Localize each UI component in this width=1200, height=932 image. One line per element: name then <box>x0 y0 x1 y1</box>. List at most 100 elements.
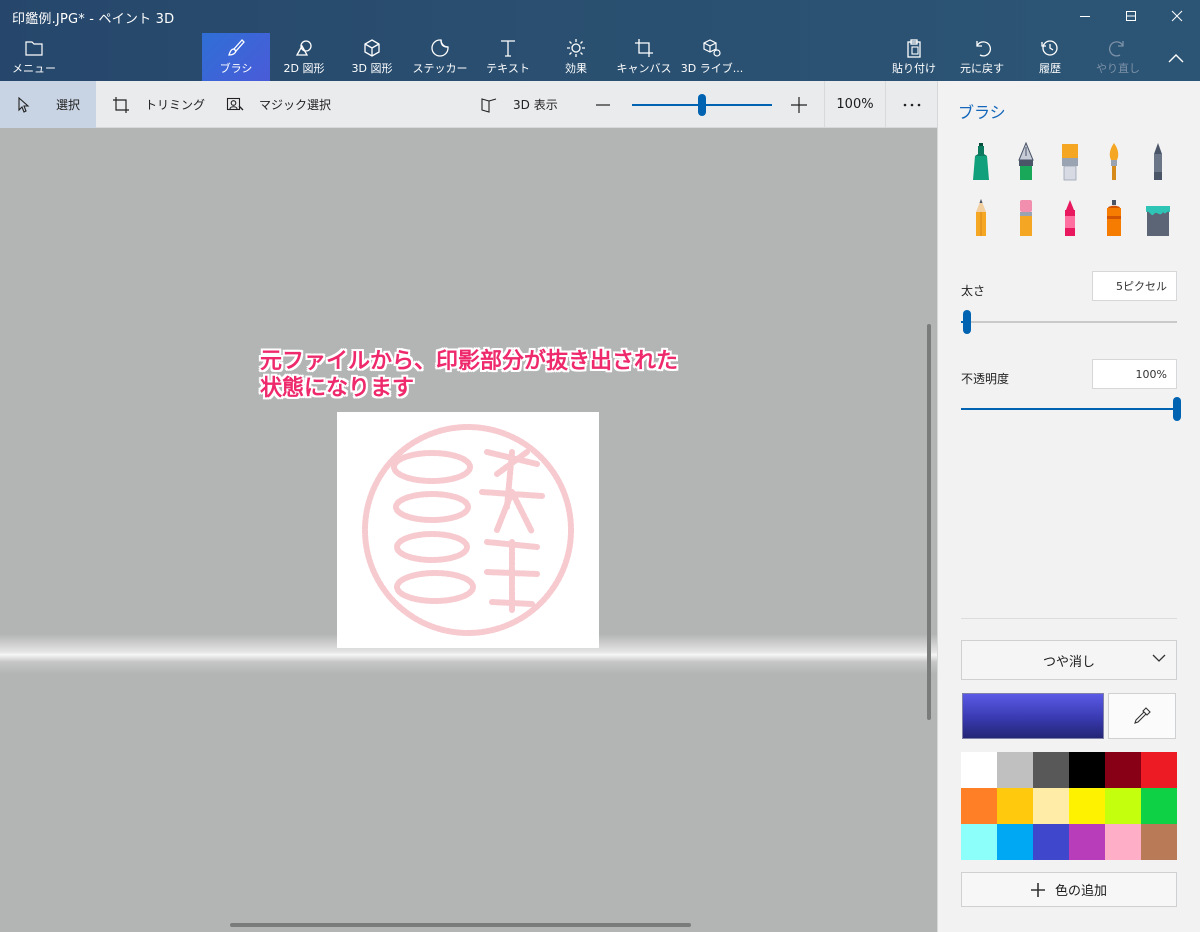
undo-label: 元に戻す <box>960 62 1004 75</box>
tab-effects[interactable]: 効果 <box>542 33 610 81</box>
menu-label: メニュー <box>12 62 56 75</box>
thickness-slider-track[interactable] <box>961 321 1177 323</box>
color-swatch[interactable] <box>1033 788 1069 824</box>
add-color-label: 色の追加 <box>1054 884 1107 899</box>
app-ribbon: 印鑑例.JPG* - ペイント 3D メニュー ブラシ 2D 図形 3D 図形 <box>0 0 1200 81</box>
ellipsis-icon <box>903 103 921 106</box>
color-swatch[interactable] <box>1141 752 1177 788</box>
redo-button[interactable]: やり直し <box>1084 33 1152 81</box>
sticker-icon <box>430 37 450 59</box>
more-options-button[interactable] <box>903 81 931 128</box>
undo-icon <box>972 37 992 59</box>
maximize-button[interactable] <box>1108 0 1154 32</box>
eyedropper-button[interactable] <box>1108 693 1176 739</box>
color-swatch[interactable] <box>961 824 997 860</box>
tab-canvas-label: キャンバス <box>616 62 672 75</box>
color-swatch[interactable] <box>1141 788 1177 824</box>
color-swatch[interactable] <box>1105 752 1141 788</box>
history-button[interactable]: 履歴 <box>1016 33 1084 81</box>
minimize-icon <box>1080 16 1090 17</box>
paste-label: 貼り付け <box>892 62 936 75</box>
seal-stamp-icon <box>362 424 574 636</box>
color-swatch[interactable] <box>997 824 1033 860</box>
3d-shapes-icon <box>362 37 382 59</box>
brush-icon <box>226 37 246 59</box>
eraser-icon[interactable] <box>1009 197 1043 239</box>
maximize-icon <box>1126 11 1136 21</box>
opacity-slider-thumb[interactable] <box>1173 397 1181 421</box>
color-swatch[interactable] <box>1105 824 1141 860</box>
crop-tool-label: トリミング <box>145 98 206 112</box>
color-swatch[interactable] <box>1069 788 1105 824</box>
select-tool-button[interactable]: 選択 <box>0 81 96 128</box>
canvas-workspace[interactable]: 元ファイルから、印影部分が抜き出された 状態になります <box>0 128 937 932</box>
3d-library-icon <box>702 37 722 59</box>
close-icon <box>1171 10 1183 22</box>
opacity-input[interactable]: 100% <box>1092 359 1177 389</box>
crayon-icon[interactable] <box>1053 197 1087 239</box>
fill-bucket-icon[interactable] <box>1141 197 1175 239</box>
color-swatch[interactable] <box>961 788 997 824</box>
tab-sticker[interactable]: ステッカー <box>406 33 474 81</box>
tab-3d-shapes[interactable]: 3D 図形 <box>338 33 406 81</box>
thickness-input[interactable]: 5ピクセル <box>1092 271 1177 301</box>
calligraphy-pen-icon[interactable] <box>1009 141 1043 183</box>
close-button[interactable] <box>1154 0 1200 32</box>
oil-brush-icon[interactable] <box>1053 141 1087 183</box>
color-swatch[interactable] <box>961 752 997 788</box>
zoom-in-button[interactable] <box>791 81 817 128</box>
color-swatch[interactable] <box>1069 752 1105 788</box>
crop-tool-button[interactable]: トリミング <box>112 81 205 128</box>
folder-icon <box>25 37 43 59</box>
canvas-icon <box>634 37 654 59</box>
tab-canvas[interactable]: キャンバス <box>610 33 678 81</box>
tab-2d-shapes[interactable]: 2D 図形 <box>270 33 338 81</box>
tab-3d-shapes-label: 3D 図形 <box>351 62 393 75</box>
collapse-ribbon-button[interactable] <box>1156 33 1196 81</box>
color-swatch[interactable] <box>997 752 1033 788</box>
chevron-down-icon <box>1152 654 1166 662</box>
color-swatch[interactable] <box>997 788 1033 824</box>
minus-icon <box>596 103 610 106</box>
color-swatch[interactable] <box>1033 752 1069 788</box>
annotation-line-2: 状態になります <box>260 376 415 401</box>
undo-button[interactable]: 元に戻す <box>948 33 1016 81</box>
zoom-slider-thumb[interactable] <box>698 94 706 116</box>
canvas-image[interactable] <box>337 412 599 648</box>
annotation-text: 元ファイルから、印影部分が抜き出された 状態になります <box>260 348 678 402</box>
tab-text[interactable]: テキスト <box>474 33 542 81</box>
tab-sticker-label: ステッカー <box>412 62 468 75</box>
eyedropper-icon <box>1134 707 1151 724</box>
color-swatch[interactable] <box>1033 824 1069 860</box>
annotation-line-1: 元ファイルから、印影部分が抜き出された <box>260 349 679 374</box>
pixel-pen-icon[interactable] <box>1141 141 1175 183</box>
brush-panel: ブラシ 太さ 5ピクセル 不透明度 100% つや消し 色の追加 <box>937 81 1200 932</box>
marker-icon[interactable] <box>964 141 998 183</box>
zoom-level[interactable]: 100% <box>824 81 886 128</box>
redo-icon <box>1108 37 1128 59</box>
paste-button[interactable]: 貼り付け <box>880 33 948 81</box>
plus-icon <box>791 96 807 113</box>
spray-can-icon[interactable] <box>1097 197 1131 239</box>
watercolor-icon[interactable] <box>1097 141 1131 183</box>
select-tool-label: 選択 <box>56 98 81 112</box>
thickness-slider-thumb[interactable] <box>963 310 972 334</box>
color-swatch[interactable] <box>1069 824 1105 860</box>
pencil-icon[interactable] <box>964 197 998 239</box>
color-swatch[interactable] <box>1141 824 1177 860</box>
tab-3d-library[interactable]: 3D ライブ... <box>678 33 746 81</box>
view-3d-button[interactable]: 3D 表示 <box>480 81 558 128</box>
zoom-out-button[interactable] <box>596 81 620 128</box>
tab-brush[interactable]: ブラシ <box>202 33 270 81</box>
add-color-button[interactable]: 色の追加 <box>961 872 1177 907</box>
magic-select-button[interactable]: マジック選択 <box>226 81 331 128</box>
current-color-swatch[interactable] <box>962 693 1104 739</box>
minimize-button[interactable] <box>1062 0 1108 32</box>
tab-3d-library-label: 3D ライブ... <box>680 62 744 75</box>
vertical-scrollbar[interactable] <box>927 324 931 720</box>
crop-icon <box>113 96 129 113</box>
finish-dropdown[interactable]: つや消し <box>961 640 1177 680</box>
color-swatch[interactable] <box>1105 788 1141 824</box>
horizontal-scrollbar[interactable] <box>230 923 691 927</box>
menu-button[interactable]: メニュー <box>0 33 68 81</box>
